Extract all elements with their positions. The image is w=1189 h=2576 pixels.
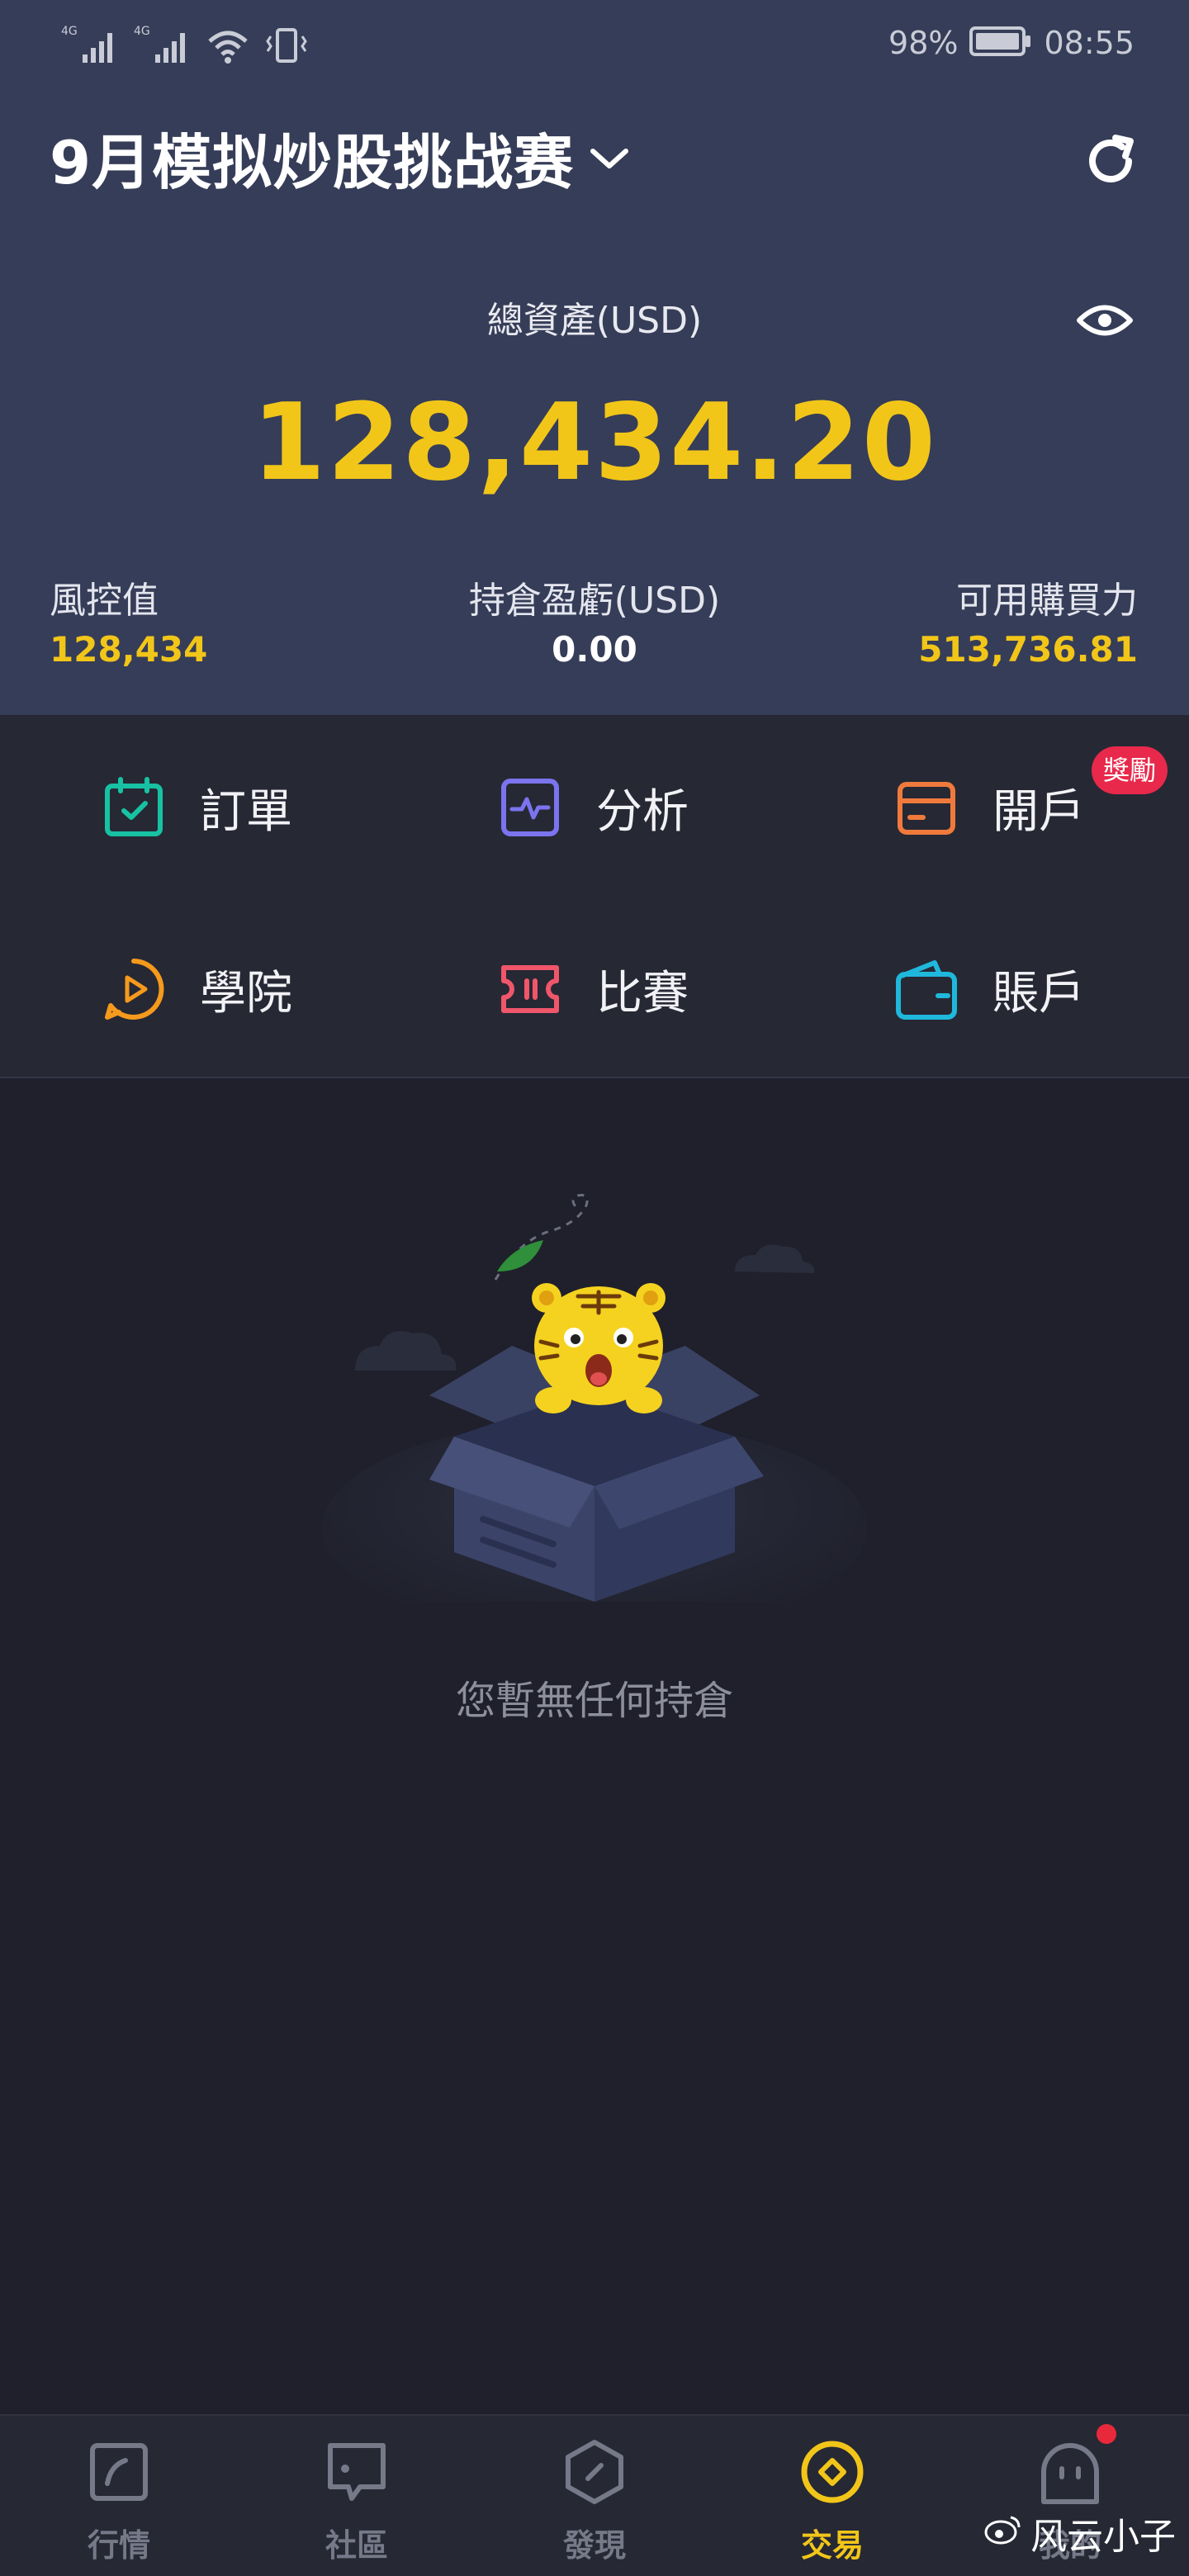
calendar-check-icon bbox=[101, 774, 167, 841]
wallet-icon bbox=[893, 956, 959, 1022]
notification-dot bbox=[1097, 2424, 1116, 2444]
tab-community[interactable]: 社區 bbox=[238, 2416, 476, 2576]
watermark-text: 风云小子 bbox=[1030, 2516, 1176, 2558]
refresh-icon[interactable] bbox=[1073, 124, 1148, 198]
contest-title: 9月模拟炒股挑战赛 bbox=[50, 127, 575, 197]
position-pnl-stat: 持倉盈虧(USD) 0.00 bbox=[388, 578, 801, 675]
menu-item-orders[interactable]: 訂單 bbox=[101, 766, 292, 849]
position-pnl-value: 0.00 bbox=[552, 629, 637, 670]
network-type-label: 4G bbox=[61, 25, 78, 38]
battery-percent: 98% bbox=[888, 25, 959, 61]
clock: 08:55 bbox=[1044, 25, 1135, 61]
signal-icon: 4G bbox=[61, 23, 119, 68]
coin-icon bbox=[799, 2439, 865, 2505]
tab-label-market: 行情 bbox=[87, 2527, 150, 2564]
menu-item-open-account[interactable]: 開戶 bbox=[893, 766, 1085, 849]
network-type-label: 4G bbox=[134, 25, 150, 38]
compass-icon bbox=[561, 2439, 628, 2505]
menu-label-account: 賬戶 bbox=[992, 966, 1085, 1020]
menu-label-analysis: 分析 bbox=[596, 784, 689, 839]
card-icon bbox=[893, 774, 959, 841]
menu-item-analysis[interactable]: 分析 bbox=[497, 766, 689, 849]
buying-power-label: 可用購買力 bbox=[956, 580, 1138, 622]
status-bar: 4G 4G 98% 08:55 bbox=[0, 0, 1189, 86]
tab-label-community: 社區 bbox=[324, 2527, 388, 2564]
eye-icon[interactable] bbox=[1070, 289, 1139, 352]
trade-page: 4G 4G 98% 08:55 9月模拟炒股挑战赛 總資產(USD) 128,4… bbox=[0, 0, 1189, 2576]
empty-box-illustration bbox=[306, 1172, 883, 1635]
vibrate-icon bbox=[264, 26, 309, 68]
risk-value-stat: 風控值 128,434 bbox=[50, 578, 207, 675]
tab-label-discover: 發現 bbox=[562, 2527, 626, 2564]
risk-value-label: 風控值 bbox=[50, 580, 159, 622]
tab-trade[interactable]: 交易 bbox=[713, 2416, 951, 2576]
risk-value: 128,434 bbox=[50, 629, 208, 670]
buying-power-value: 513,736.81 bbox=[918, 629, 1138, 670]
menu-label-open-account: 開戶 bbox=[992, 784, 1085, 839]
battery-icon bbox=[969, 25, 1032, 61]
account-summary-header: 4G 4G 98% 08:55 9月模拟炒股挑战赛 總資產(USD) 128,4… bbox=[0, 0, 1189, 715]
empty-holdings-message: 您暫無任何持倉 bbox=[455, 1678, 733, 1724]
device-status: 98% 08:55 bbox=[888, 18, 1135, 68]
menu-label-academy: 學院 bbox=[200, 966, 292, 1020]
menu-item-contest[interactable]: 比賽 bbox=[497, 948, 689, 1030]
tab-discover[interactable]: 發現 bbox=[476, 2416, 713, 2576]
play-circle-icon bbox=[101, 956, 167, 1022]
menu-label-orders: 訂單 bbox=[200, 784, 292, 839]
network-indicators: 4G 4G bbox=[61, 18, 309, 68]
tab-market[interactable]: 行情 bbox=[0, 2416, 238, 2576]
chevron-down-icon bbox=[589, 144, 630, 176]
chart-icon bbox=[86, 2439, 152, 2505]
total-assets-label: 總資產(USD) bbox=[486, 300, 703, 342]
contest-selector[interactable]: 9月模拟炒股挑战赛 bbox=[50, 117, 630, 197]
position-pnl-label: 持倉盈虧(USD) bbox=[468, 580, 721, 622]
menu-label-contest: 比賽 bbox=[596, 966, 689, 1020]
signal-icon: 4G bbox=[134, 23, 192, 68]
ticket-icon bbox=[497, 956, 563, 1022]
watermark: 风云小子 bbox=[983, 2507, 1176, 2559]
total-assets-value: 128,434.20 bbox=[252, 381, 937, 504]
ghost-icon bbox=[1037, 2439, 1103, 2505]
wifi-icon bbox=[206, 28, 249, 68]
tab-label-trade: 交易 bbox=[800, 2527, 864, 2564]
reward-badge: 獎勵 bbox=[1092, 746, 1168, 794]
menu-item-account[interactable]: 賬戶 bbox=[893, 948, 1085, 1030]
weibo-icon bbox=[983, 2512, 1022, 2555]
chat-icon bbox=[324, 2439, 390, 2505]
menu-item-academy[interactable]: 學院 bbox=[101, 948, 292, 1030]
buying-power-stat: 可用購買力 513,736.81 bbox=[918, 578, 1138, 675]
pulse-chart-icon bbox=[497, 774, 563, 841]
